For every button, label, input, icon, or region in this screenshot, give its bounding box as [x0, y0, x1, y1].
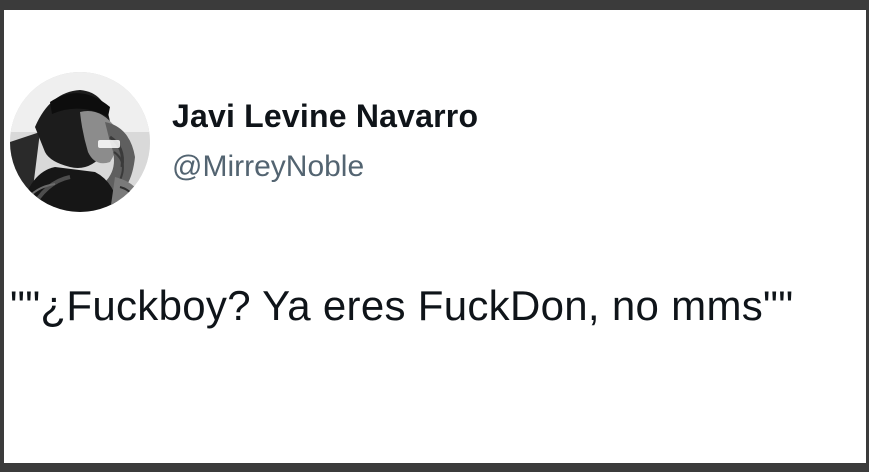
avatar[interactable] [10, 72, 150, 212]
tweet-text: ""¿Fuckboy? Ya eres FuckDon, no mms"" [10, 282, 794, 329]
user-handle[interactable]: @MirreyNoble [172, 150, 364, 184]
tweet-card: Javi Levine Navarro @MirreyNoble ""¿Fuck… [4, 10, 866, 463]
profile-photo-icon [10, 72, 150, 212]
display-name[interactable]: Javi Levine Navarro [172, 98, 478, 135]
